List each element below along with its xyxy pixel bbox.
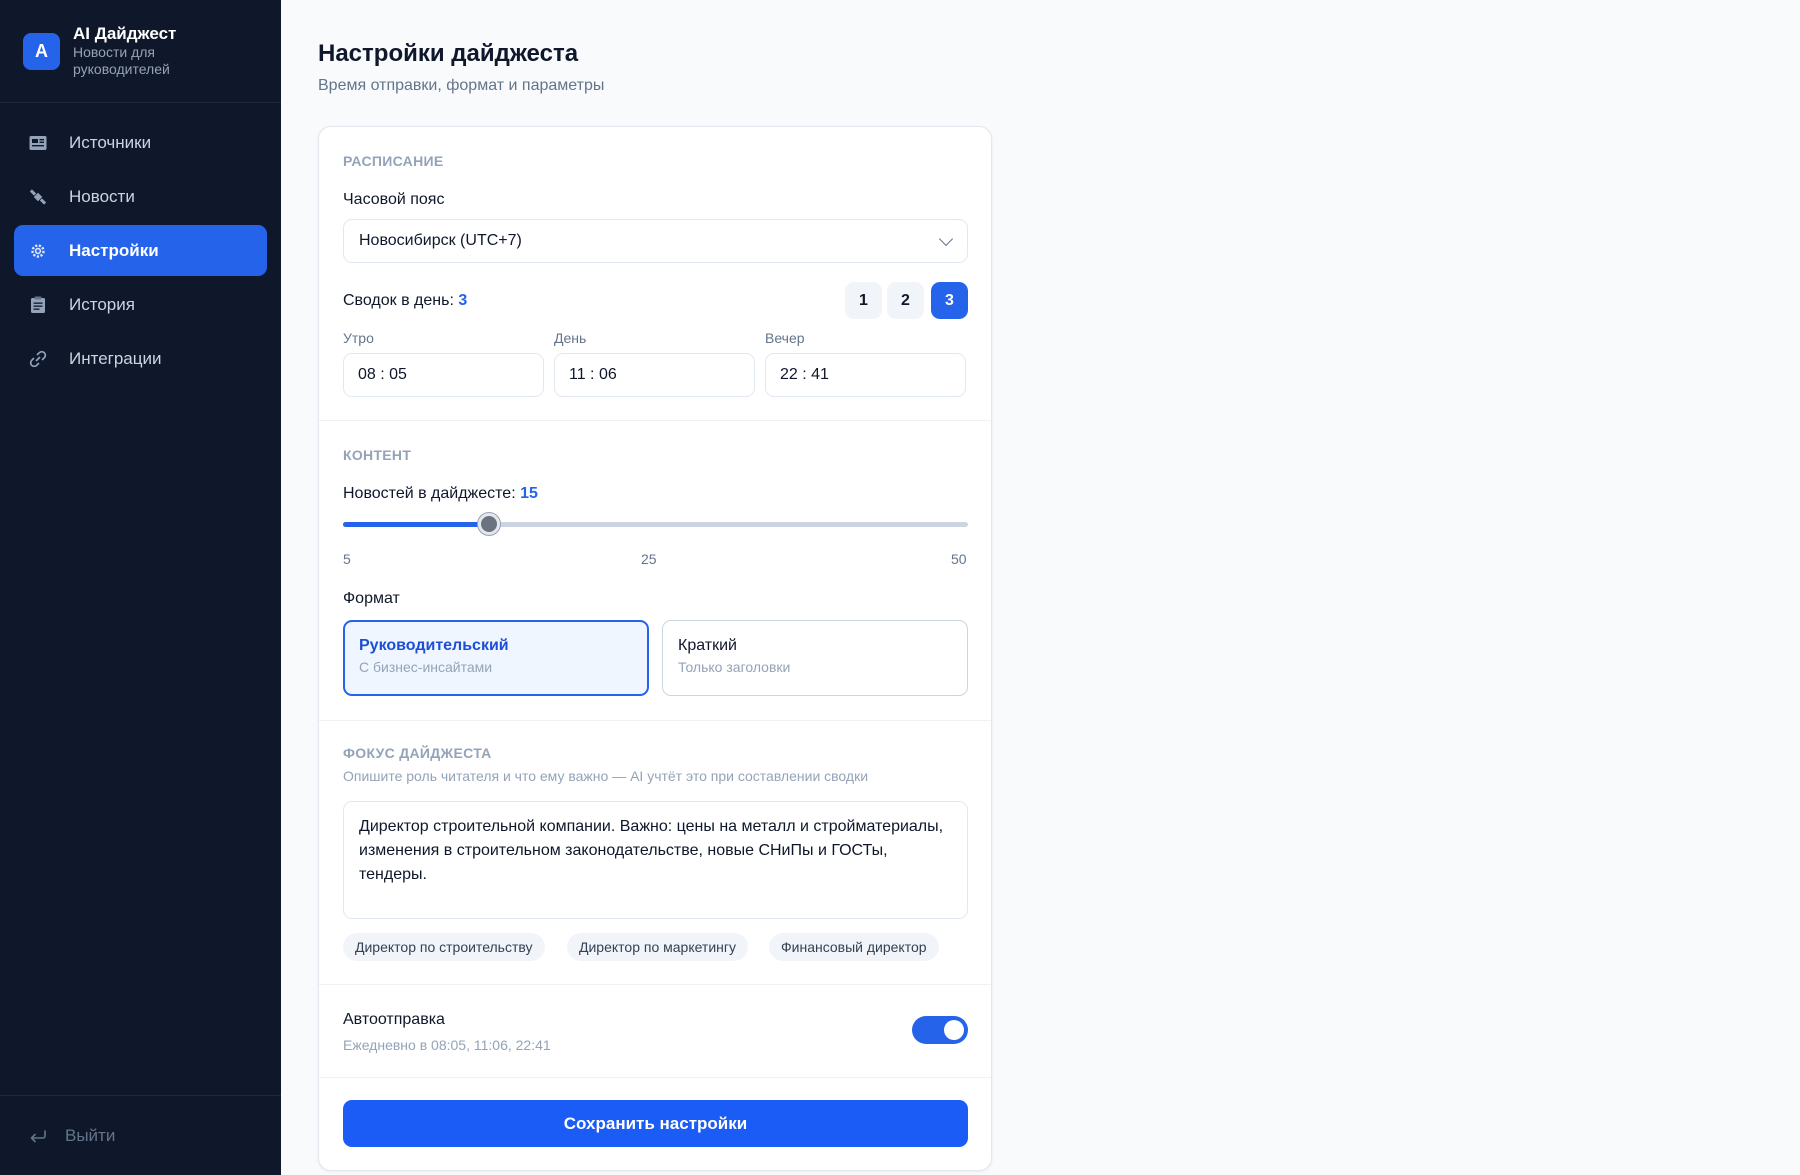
news-count-label: Новостей в дайджесте: 15 (343, 485, 538, 503)
news-count-value: 15 (520, 485, 538, 502)
focus-section-label: ФОКУС ДАЙДЖЕСТА (343, 745, 492, 761)
sidebar-nav: Источники Новости Настройки История Инте… (14, 117, 267, 387)
settings-card: РАСПИСАНИЕ Часовой пояс Новосибирск (UTC… (318, 126, 992, 1171)
focus-chip[interactable]: Директор по маркетингу (567, 933, 749, 961)
sidebar-item-sources[interactable]: Источники (14, 117, 267, 168)
sidebar-item-integrations[interactable]: Интеграции (14, 333, 267, 384)
count-option-2[interactable]: 2 (887, 282, 924, 319)
sidebar-item-label: Новости (69, 186, 135, 206)
satellite-icon (27, 186, 49, 208)
per-day-label-text: Сводок в день: (343, 292, 454, 309)
sidebar-item-news[interactable]: Новости (14, 171, 267, 222)
focus-textarea[interactable]: Директор строительной компании. Важно: ц… (343, 801, 968, 919)
newspaper-icon (27, 132, 49, 154)
brand: A AI Дайджест Новости для руководителей (0, 0, 281, 103)
schedule-section: РАСПИСАНИЕ Часовой пояс Новосибирск (UTC… (319, 127, 991, 421)
link-icon (27, 348, 49, 370)
clipboard-icon (27, 294, 49, 316)
logout-icon (27, 1125, 49, 1147)
focus-chip[interactable]: Директор по строительству (343, 933, 545, 961)
content-section-label: КОНТЕНТ (343, 447, 412, 463)
page-title: Настройки дайджеста (318, 40, 579, 67)
logout-button[interactable]: Выйти (0, 1095, 281, 1175)
slider-tick-mid: 25 (641, 551, 657, 567)
sidebar-item-settings[interactable]: Настройки (14, 225, 267, 276)
time-input-evening[interactable]: 22 : 41 (765, 353, 966, 397)
chevron-down-icon (938, 231, 954, 247)
focus-hint: Опишите роль читателя и что ему важно — … (343, 768, 869, 784)
time-label-evening: Вечер (765, 330, 805, 346)
logout-label: Выйти (65, 1125, 116, 1145)
news-count-label-text: Новостей в дайджесте: (343, 485, 516, 502)
time-input-day[interactable]: 11 : 06 (554, 353, 755, 397)
save-settings-button[interactable]: Сохранить настройки (343, 1100, 968, 1147)
timezone-label: Часовой пояс (343, 191, 445, 208)
divider (319, 720, 991, 721)
format-option-brief[interactable]: Краткий Только заголовки (662, 620, 968, 696)
sidebar-item-label: Интеграции (69, 348, 162, 368)
page-subtitle: Время отправки, формат и параметры (318, 77, 605, 94)
sidebar-item-label: Настройки (69, 240, 159, 260)
gear-icon (27, 240, 49, 262)
auto-send-title: Автоотправка (343, 1011, 445, 1028)
format-label: Формат (343, 590, 400, 607)
timezone-select[interactable]: Новосибирск (UTC+7) (343, 219, 968, 263)
time-input-morning[interactable]: 08 : 05 (343, 353, 544, 397)
auto-send-subtitle: Ежедневно в 08:05, 11:06, 22:41 (343, 1037, 551, 1053)
slider-tick-max: 50 (951, 551, 967, 567)
divider (319, 984, 991, 985)
format-desc: Только заголовки (678, 659, 791, 675)
slider-tick-min: 5 (343, 551, 351, 567)
brand-title: AI Дайджест (73, 24, 177, 43)
count-option-3[interactable]: 3 (931, 282, 968, 319)
per-day-label: Сводок в день: 3 (343, 292, 467, 310)
format-title: Руководительский (359, 637, 509, 654)
format-option-executive[interactable]: Руководительский С бизнес-инсайтами (343, 620, 649, 696)
divider (319, 1077, 991, 1078)
brand-text: AI Дайджест Новости для руководителей (73, 24, 193, 78)
sidebar-item-history[interactable]: История (14, 279, 267, 330)
brand-logo: A (23, 32, 60, 70)
time-label-morning: Утро (343, 330, 374, 346)
per-day-value: 3 (458, 292, 468, 309)
format-title: Краткий (678, 637, 737, 654)
news-count-slider[interactable] (343, 513, 968, 535)
count-option-1[interactable]: 1 (845, 282, 882, 319)
toggle-knob (944, 1020, 964, 1040)
slider-fill (343, 522, 489, 527)
schedule-section-label: РАСПИСАНИЕ (343, 153, 444, 169)
focus-chip[interactable]: Финансовый директор (769, 933, 939, 961)
slider-thumb[interactable] (478, 513, 500, 535)
sidebar-item-label: История (69, 294, 135, 314)
format-desc: С бизнес-инсайтами (359, 659, 493, 675)
auto-send-toggle[interactable] (912, 1016, 968, 1044)
brand-subtitle: Новости для руководителей (73, 44, 170, 77)
sidebar-item-label: Источники (69, 132, 152, 152)
timezone-value: Новосибирск (UTC+7) (359, 232, 522, 249)
time-label-day: День (554, 330, 587, 346)
sidebar: A AI Дайджест Новости для руководителей … (0, 0, 281, 1175)
